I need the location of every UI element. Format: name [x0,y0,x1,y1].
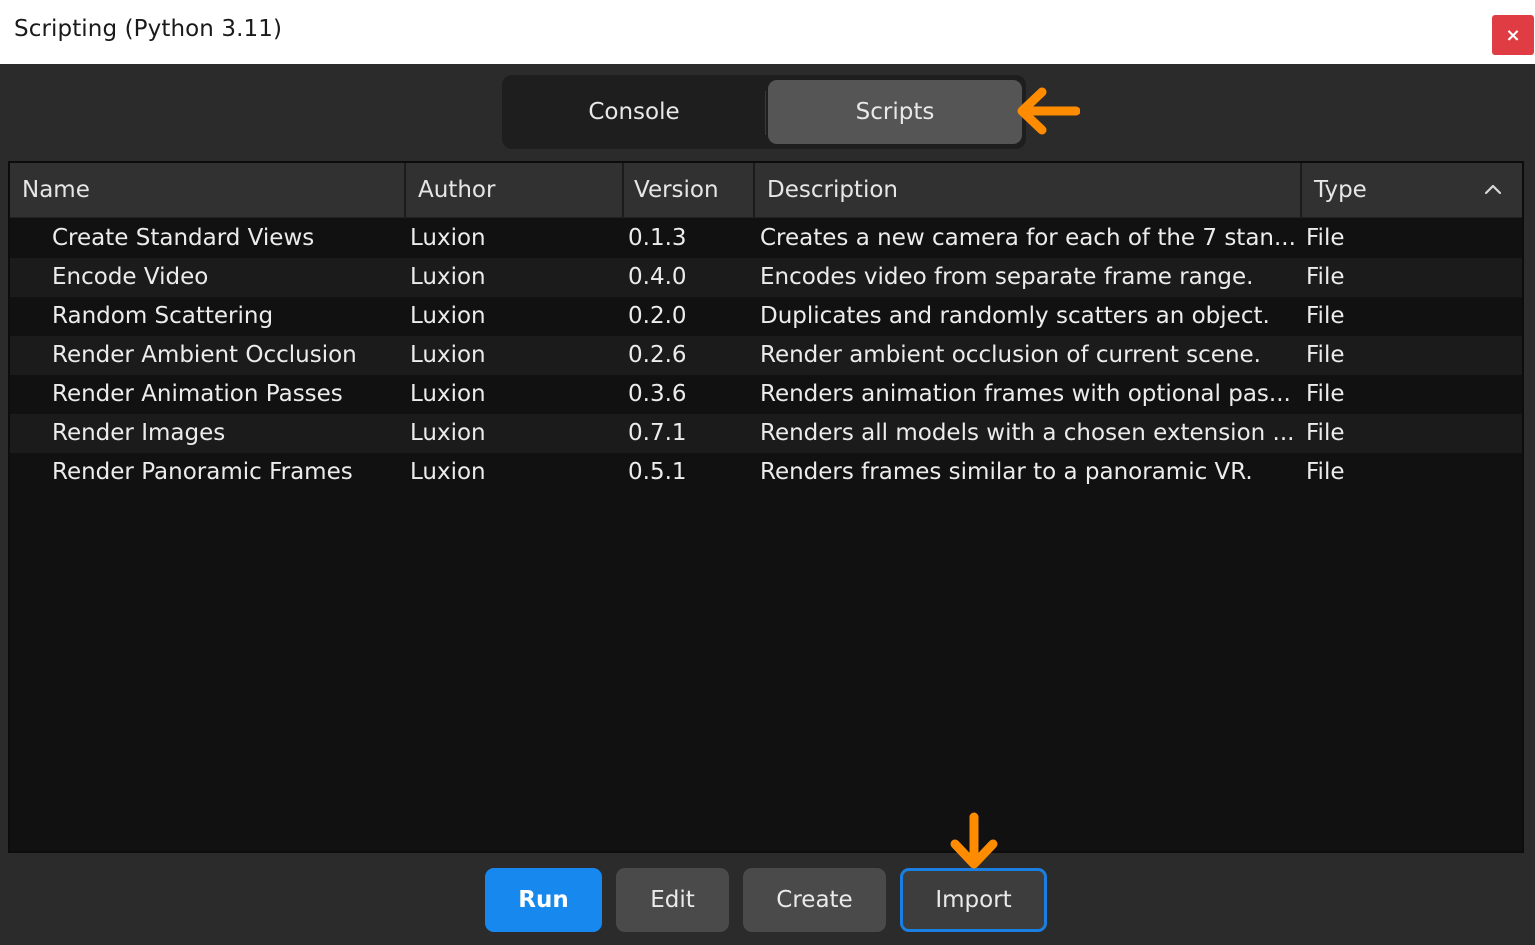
column-header-version[interactable]: Version [624,163,755,217]
table-row[interactable]: Render Animation Passes Luxion 0.3.6 Ren… [10,375,1522,414]
cell-author: Luxion [410,459,486,485]
cell-type: File [1306,420,1345,446]
cell-type: File [1306,342,1345,368]
cell-description: Duplicates and randomly scatters an obje… [760,303,1270,329]
table-row[interactable]: Render Panoramic Frames Luxion 0.5.1 Ren… [10,453,1522,492]
cell-version: 0.4.0 [628,264,687,290]
cell-author: Luxion [410,381,486,407]
cell-version: 0.3.6 [628,381,687,407]
table-row[interactable]: Encode Video Luxion 0.4.0 Encodes video … [10,258,1522,297]
cell-name: Encode Video [52,264,209,290]
cell-author: Luxion [410,225,486,251]
column-header-author[interactable]: Author [406,163,624,217]
window-title: Scripting (Python 3.11) [14,16,283,42]
cell-type: File [1306,459,1345,485]
scripts-table: Name Author Version Description Type Cre… [8,161,1524,853]
cell-name: Render Animation Passes [52,381,343,407]
cell-author: Luxion [410,420,486,446]
run-button[interactable]: Run [485,868,602,932]
tab-divider [765,91,766,135]
cell-description: Renders frames similar to a panoramic VR… [760,459,1253,485]
cell-version: 0.2.6 [628,342,687,368]
table-row[interactable]: Render Ambient Occlusion Luxion 0.2.6 Re… [10,336,1522,375]
cell-type: File [1306,381,1345,407]
table-row[interactable]: Random Scattering Luxion 0.2.0 Duplicate… [10,297,1522,336]
table-row[interactable]: Render Images Luxion 0.7.1 Renders all m… [10,414,1522,453]
cell-name: Create Standard Views [52,225,315,251]
cell-type: File [1306,225,1345,251]
cell-type: File [1306,303,1345,329]
table-header: Name Author Version Description Type [10,163,1522,218]
cell-description: Encodes video from separate frame range. [760,264,1254,290]
cell-version: 0.1.3 [628,225,687,251]
tab-scripts[interactable]: Scripts [768,80,1022,144]
arrow-left-icon [1017,87,1080,135]
cell-description: Renders animation frames with optional p… [760,381,1291,407]
tab-console[interactable]: Console [508,80,760,144]
edit-button[interactable]: Edit [616,868,729,932]
arrow-down-icon [950,812,998,869]
import-button[interactable]: Import [900,868,1047,932]
cell-version: 0.5.1 [628,459,687,485]
cell-description: Render ambient occlusion of current scen… [760,342,1261,368]
chevron-up-icon[interactable] [1482,179,1504,201]
table-row[interactable]: Create Standard Views Luxion 0.1.3 Creat… [10,219,1522,258]
create-button[interactable]: Create [743,868,886,932]
cell-name: Random Scattering [52,303,274,329]
tab-bar: Console Scripts [502,75,1026,149]
cell-author: Luxion [410,303,486,329]
cell-type: File [1306,264,1345,290]
cell-description: Renders all models with a chosen extensi… [760,420,1295,446]
cell-name: Render Images [52,420,226,446]
cell-version: 0.7.1 [628,420,687,446]
column-header-name[interactable]: Name [10,163,406,217]
cell-version: 0.2.0 [628,303,687,329]
cell-description: Creates a new camera for each of the 7 s… [760,225,1296,251]
cell-name: Render Panoramic Frames [52,459,353,485]
cell-name: Render Ambient Occlusion [52,342,357,368]
cell-author: Luxion [410,342,486,368]
close-button[interactable]: × [1492,15,1534,55]
cell-author: Luxion [410,264,486,290]
title-bar: Scripting (Python 3.11) × [0,0,1535,64]
column-header-description[interactable]: Description [755,163,1302,217]
